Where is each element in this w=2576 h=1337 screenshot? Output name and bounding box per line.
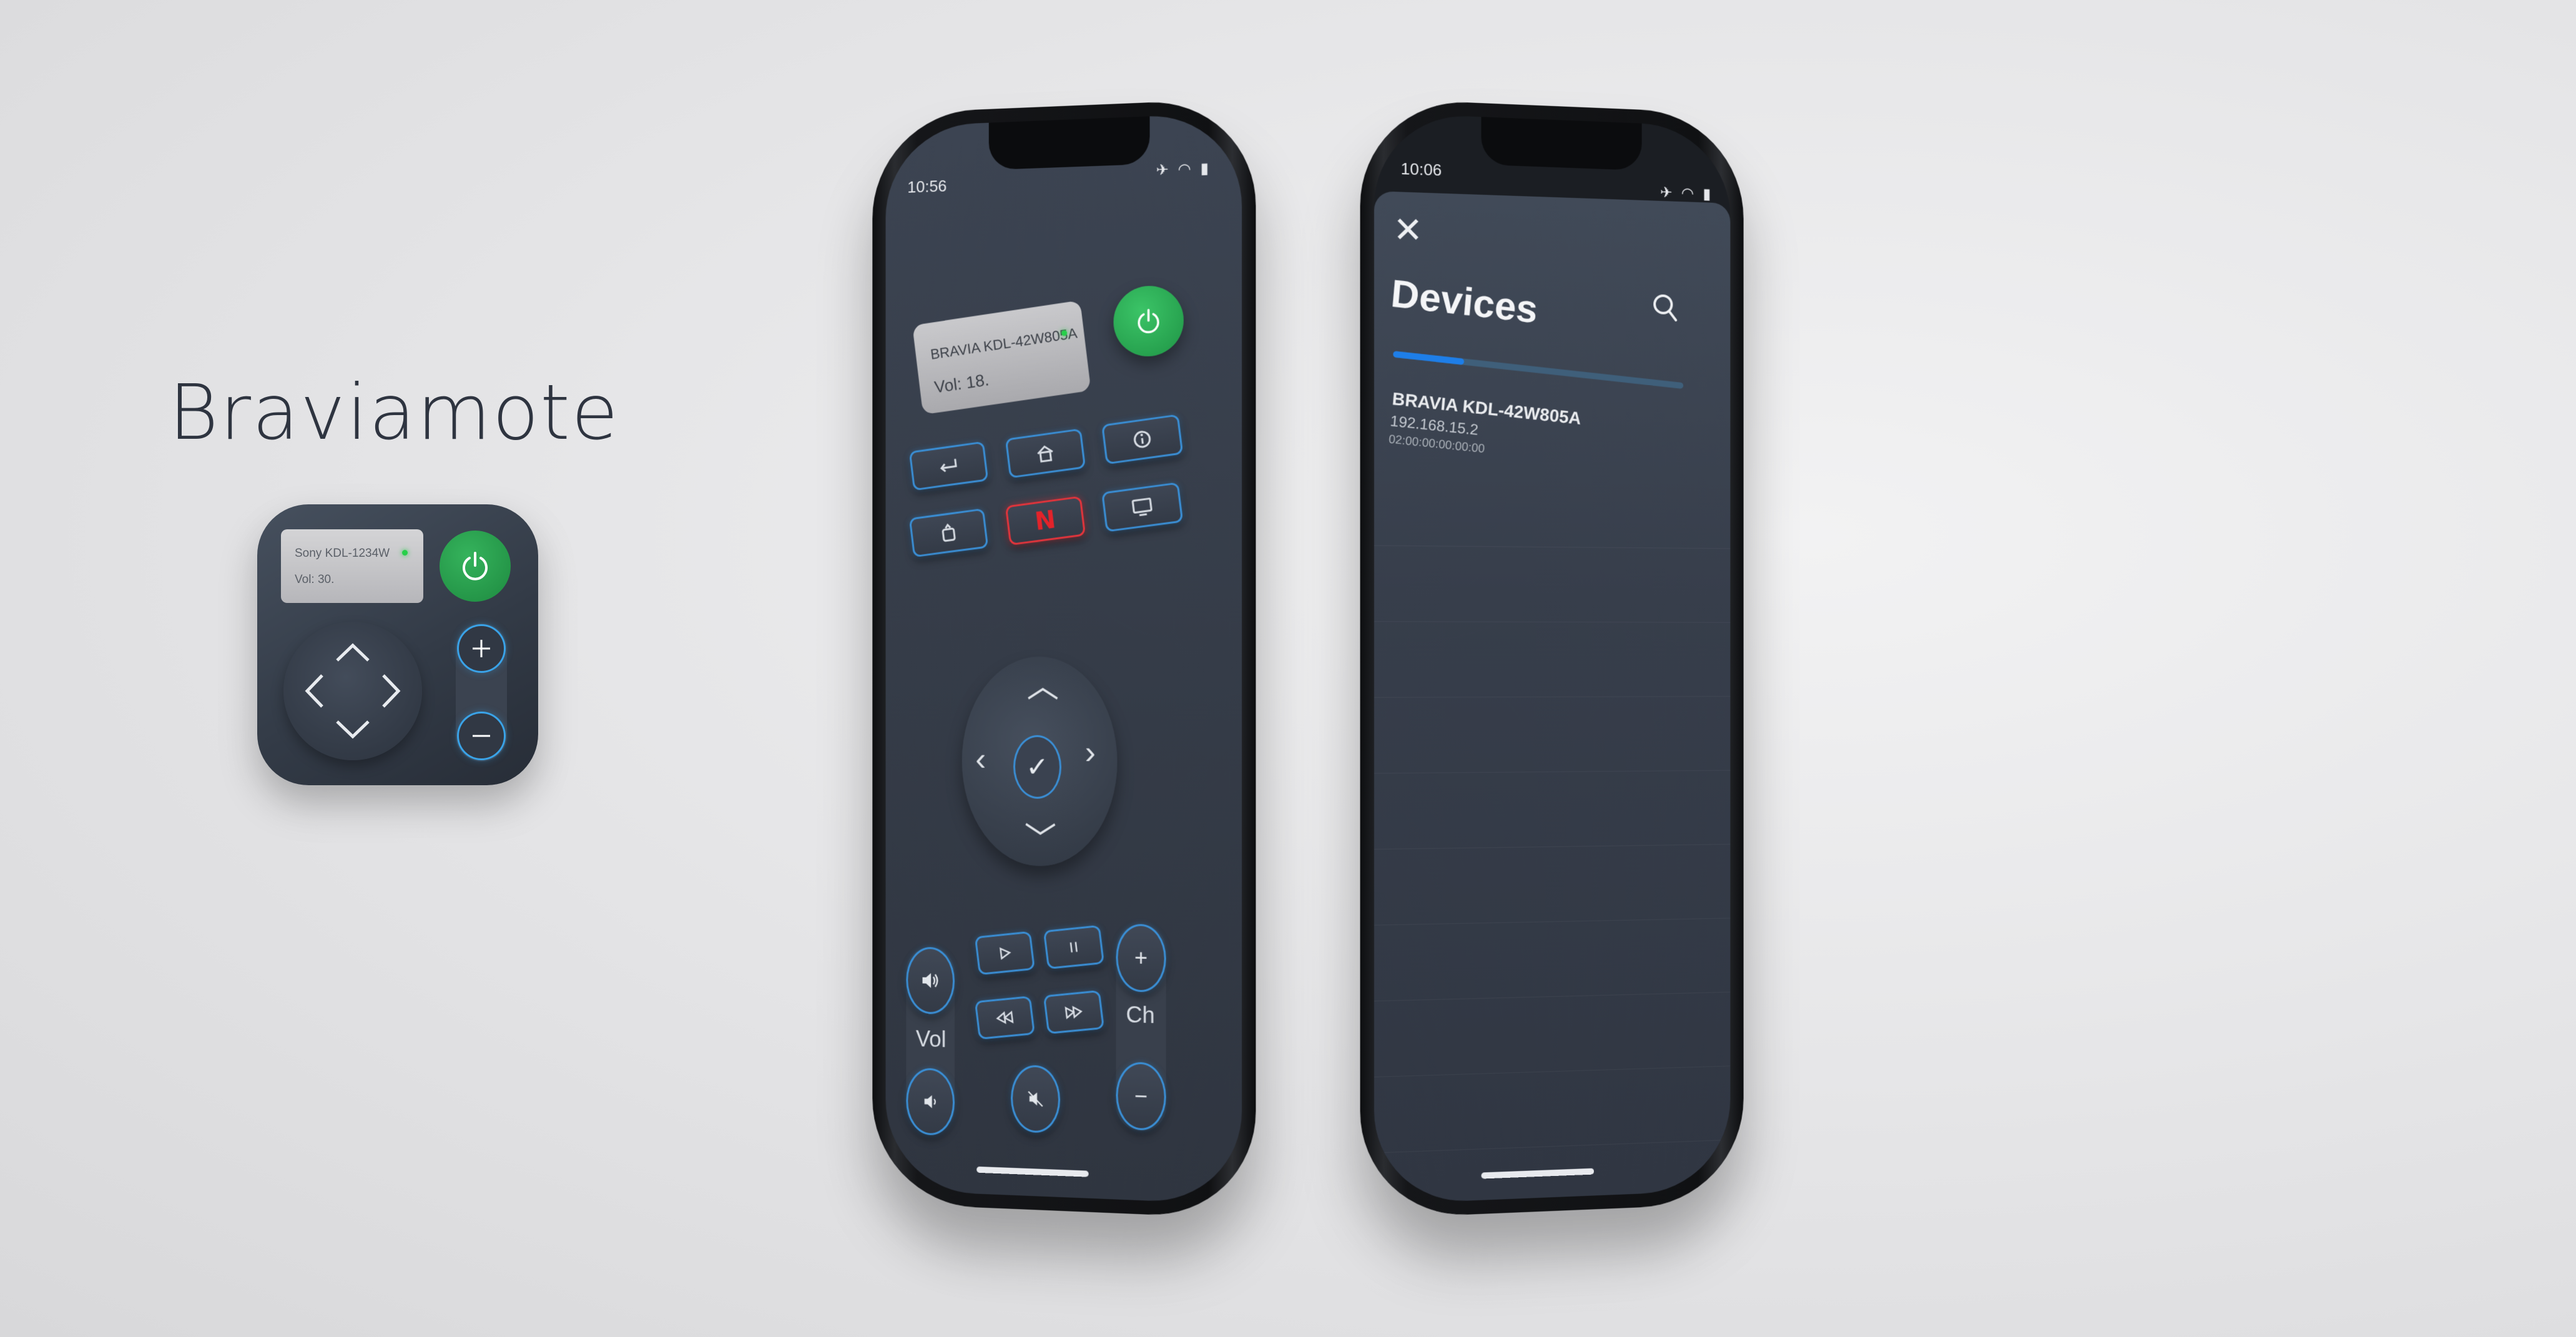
- play-button[interactable]: [974, 931, 1035, 976]
- status-time: 10:56: [907, 176, 947, 197]
- status-led-icon: [402, 550, 408, 556]
- phone-remote: 10:56 ✈ ◠ ▮ BRAVIA KDL-42W805A Vol: 18. …: [872, 98, 1256, 1219]
- volume-up-icon: [922, 970, 941, 991]
- app-name: Braviamote: [169, 368, 620, 457]
- down-arrow-icon[interactable]: ﹀: [1025, 821, 1056, 858]
- left-arrow-icon[interactable]: ‹: [975, 742, 986, 778]
- list-separator: [1374, 918, 1731, 926]
- list-separator: [1374, 991, 1731, 1002]
- notch: [1481, 117, 1642, 171]
- mute-button[interactable]: [1011, 1064, 1061, 1134]
- netflix-button[interactable]: N: [1005, 496, 1086, 546]
- search-icon[interactable]: [1651, 292, 1679, 324]
- tv-status-display: BRAVIA KDL-42W805A Vol: 18.: [912, 300, 1091, 415]
- info-button[interactable]: [1101, 414, 1184, 465]
- home-button[interactable]: [1005, 428, 1086, 479]
- channel-down-button[interactable]: −: [1116, 1061, 1166, 1131]
- phone-devices: 10:06 ✈ ◠ ▮ ✕ Devices BRAVIA KDL-42W805A…: [1360, 98, 1744, 1219]
- fast-forward-button[interactable]: [1043, 990, 1104, 1034]
- list-separator: [1374, 1139, 1731, 1153]
- mute-icon: [1026, 1089, 1045, 1109]
- devices-screen: 10:06 ✈ ◠ ▮ ✕ Devices BRAVIA KDL-42W805A…: [1374, 112, 1731, 1205]
- up-arrow-icon[interactable]: ︿: [1027, 668, 1059, 705]
- icon-display: Sony KDL-1234W Vol: 30.: [281, 529, 423, 603]
- list-separator: [1374, 844, 1731, 850]
- list-separator: [1374, 545, 1731, 549]
- home-icon: [1035, 443, 1056, 464]
- rewind-icon: [994, 1009, 1015, 1026]
- tv-model: BRAVIA KDL-42W805A: [929, 325, 1078, 363]
- close-icon[interactable]: ✕: [1393, 209, 1422, 250]
- tv-icon: [1131, 496, 1154, 517]
- list-separator: [1374, 770, 1731, 774]
- volume-down-icon: [924, 1095, 940, 1109]
- list-separator: [1374, 1065, 1731, 1077]
- status-icons: ✈ ◠ ▮: [1156, 160, 1211, 179]
- right-arrow-icon[interactable]: ›: [1085, 735, 1096, 771]
- home-indicator[interactable]: [976, 1166, 1089, 1177]
- netflix-icon: N: [1033, 505, 1058, 537]
- pause-icon: [1066, 939, 1083, 955]
- devices-sheet: [1374, 190, 1731, 1205]
- volume-down-button[interactable]: [906, 1067, 955, 1136]
- list-separator: [1374, 621, 1731, 623]
- minus-icon: −: [1134, 1082, 1148, 1109]
- plus-icon: +: [1134, 944, 1148, 971]
- status-time: 10:06: [1400, 159, 1442, 180]
- dpad: ︿ ﹀ ‹ › ✓: [961, 656, 1118, 868]
- minus-icon: [457, 712, 506, 760]
- icon-dpad: [283, 622, 422, 760]
- checkmark-icon: ✓: [1026, 752, 1049, 783]
- volume-up-button[interactable]: [906, 946, 955, 1015]
- vol-label: Vol: [915, 1026, 946, 1052]
- power-icon: [440, 531, 511, 602]
- dpad-arrows-icon: [305, 643, 401, 739]
- ok-button[interactable]: ✓: [1013, 735, 1061, 799]
- input-button[interactable]: [908, 508, 989, 558]
- list-separator: [1374, 696, 1731, 698]
- status-icons: ✈ ◠ ▮: [1659, 184, 1714, 203]
- tv-button[interactable]: [1101, 482, 1184, 532]
- info-icon: [1132, 429, 1153, 450]
- power-button[interactable]: [1113, 285, 1184, 358]
- power-icon: [1134, 306, 1163, 336]
- channel-up-button[interactable]: +: [1116, 923, 1166, 993]
- app-icon: Sony KDL-1234W Vol: 30.: [257, 504, 538, 785]
- back-icon: [937, 456, 960, 476]
- icon-device-model: Sony KDL-1234W: [295, 547, 390, 560]
- play-icon: [996, 945, 1013, 961]
- rewind-button[interactable]: [974, 996, 1035, 1040]
- ch-label: Ch: [1126, 1001, 1155, 1029]
- notch: [988, 116, 1150, 170]
- tv-volume: Vol: 18.: [933, 370, 990, 397]
- input-icon: [938, 522, 959, 544]
- pause-button[interactable]: [1043, 924, 1104, 969]
- plus-icon: [457, 624, 506, 673]
- remote-screen: 10:56 ✈ ◠ ▮ BRAVIA KDL-42W805A Vol: 18. …: [885, 112, 1242, 1205]
- back-button[interactable]: [908, 441, 989, 491]
- icon-volume-text: Vol: 30.: [295, 573, 335, 586]
- fast-forward-icon: [1063, 1004, 1084, 1021]
